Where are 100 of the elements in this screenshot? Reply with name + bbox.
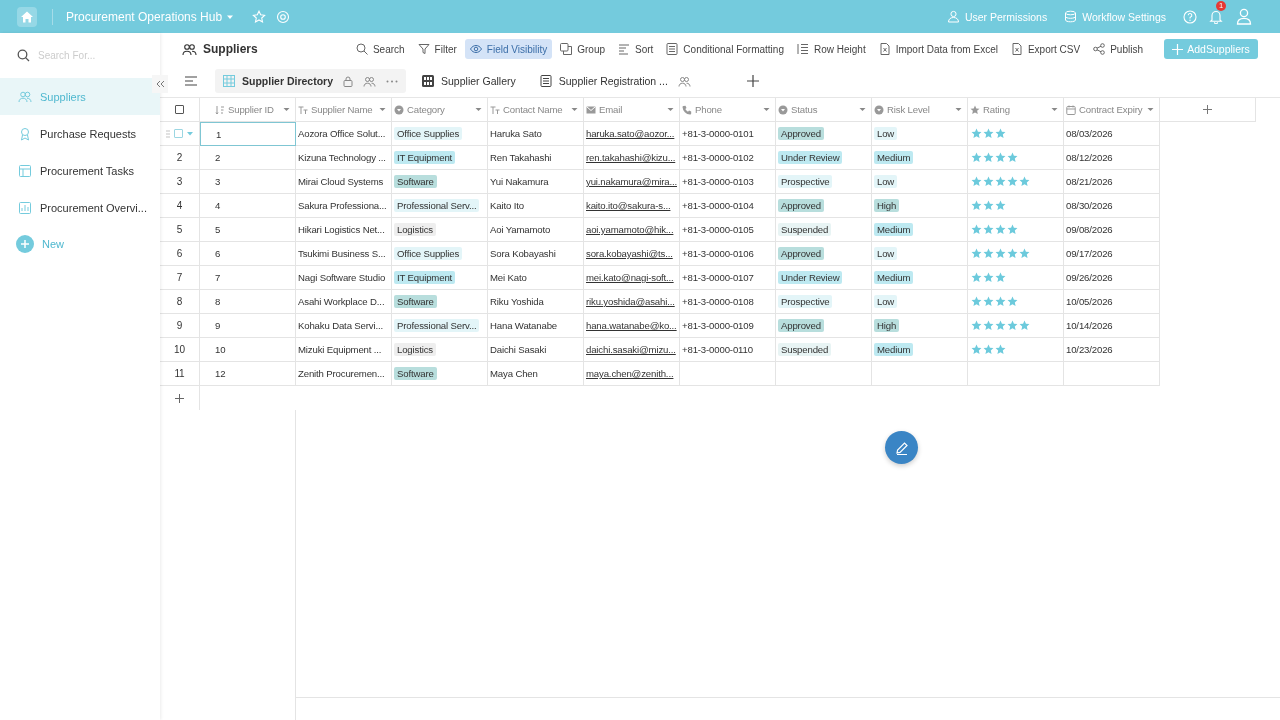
star-icon [1007, 248, 1018, 259]
row-number: 8 [176, 296, 183, 307]
more-icon[interactable] [386, 79, 399, 83]
email-link[interactable]: kaito.ito@sakura-s... [586, 200, 671, 211]
toolbar-button[interactable]: Publish [1088, 39, 1148, 59]
row-number: 4 [176, 200, 183, 211]
table-cell: Haruka Sato [490, 128, 542, 139]
column-header[interactable]: Risk Level [872, 98, 968, 122]
caret-icon[interactable] [955, 107, 962, 112]
caret-icon[interactable] [187, 131, 193, 136]
view-tab[interactable]: Supplier Gallery [414, 69, 524, 93]
email-link[interactable]: maya.chen@zenith... [586, 368, 674, 379]
row-number: 10 [174, 344, 185, 355]
people-icon[interactable] [677, 75, 691, 87]
email-link[interactable]: riku.yoshida@asahi... [586, 296, 675, 307]
caret-icon[interactable] [475, 107, 482, 112]
column-header[interactable]: Phone [680, 98, 776, 122]
risk-tag: Medium [874, 271, 914, 284]
table-cell: Yui Nakamura [490, 176, 549, 187]
column-header[interactable]: Supplier Name [296, 98, 392, 122]
add-row-icon[interactable] [175, 393, 184, 403]
toolbar-button[interactable]: Field Visibility [464, 39, 553, 59]
risk-tag: Low [874, 175, 898, 188]
sidebar-item[interactable]: Procurement Overvi... [0, 189, 160, 226]
people-icon [18, 89, 32, 104]
column-header[interactable]: Category [392, 98, 488, 122]
status-tag: Suspended [778, 343, 832, 356]
select-all-checkbox[interactable] [175, 105, 184, 114]
table-cell: 3 [215, 176, 221, 187]
view-tab[interactable]: Supplier Registration ... [531, 69, 699, 93]
user-icon[interactable] [1236, 8, 1252, 25]
column-header[interactable]: Email [584, 98, 680, 122]
table-cell: Kohaku Data Servi... [298, 320, 383, 331]
home-button[interactable] [17, 6, 37, 27]
risk-tag: Low [874, 247, 898, 260]
email-link[interactable]: hana.watanabe@ko... [586, 320, 677, 331]
toolbar-button[interactable]: Row Height [791, 39, 871, 59]
column-header[interactable]: Status [776, 98, 872, 122]
caret-icon[interactable] [283, 107, 290, 112]
email-link[interactable]: aoi.yamamoto@hik... [586, 224, 674, 235]
table-cell: 10/05/2026 [1066, 296, 1113, 307]
column-header[interactable]: Supplier ID [200, 98, 296, 122]
star-icon [1007, 320, 1018, 331]
sidebar-item[interactable]: Purchase Requests [0, 115, 160, 152]
table-cell: 10/23/2026 [1066, 344, 1113, 355]
row-number: 2 [176, 152, 183, 163]
table-cell: Hikari Logistics Net... [298, 224, 385, 235]
toolbar-button[interactable]: Conditional Formatting [661, 39, 789, 59]
help-icon[interactable] [1183, 9, 1197, 24]
toolbar-button[interactable]: Search [350, 39, 410, 59]
star-icon [1019, 176, 1030, 187]
column-header[interactable]: Contract Expiry [1064, 98, 1160, 122]
caret-icon[interactable] [763, 107, 770, 112]
toolbar-button[interactable]: Filter [412, 39, 462, 59]
caret-icon[interactable] [379, 107, 386, 112]
table-cell: 8 [215, 296, 221, 307]
star-icon [971, 128, 982, 139]
view-tab[interactable]: Supplier Directory [215, 69, 407, 93]
table-cell: 2 [215, 152, 221, 163]
toolbar-button[interactable]: Group [555, 39, 610, 59]
caret-icon[interactable] [859, 107, 866, 112]
table-cell: Hana Watanabe [490, 320, 558, 331]
email-link[interactable]: haruka.sato@aozor... [586, 128, 675, 139]
toolbar-button[interactable]: Export CSV [1005, 39, 1086, 59]
category-tag: Office Supplies [394, 247, 463, 260]
email-link[interactable]: yui.nakamura@mira... [586, 176, 677, 187]
toolbar-button[interactable]: Import Data from Excel [873, 39, 1003, 59]
caret-icon[interactable] [667, 107, 674, 112]
add-column-icon[interactable] [1203, 105, 1212, 114]
caret-icon[interactable] [1051, 107, 1058, 112]
email-link[interactable]: sora.kobayashi@ts... [586, 248, 673, 259]
people-icon[interactable] [363, 75, 377, 87]
risk-tag: High [874, 199, 900, 212]
star-icon [995, 176, 1006, 187]
star-icon [1007, 152, 1018, 163]
add-view-icon[interactable] [746, 75, 759, 87]
email-link[interactable]: ren.takahashi@kizu... [586, 152, 676, 163]
column-header[interactable]: Rating [968, 98, 1064, 122]
collapse-button[interactable] [152, 75, 168, 93]
bell-icon[interactable] [1209, 9, 1223, 24]
sidebar-item[interactable]: Procurement Tasks [0, 152, 160, 189]
caret-icon[interactable] [1147, 107, 1154, 112]
star-icon [983, 224, 994, 235]
table-cell: 6 [215, 248, 221, 259]
table-cell: 7 [215, 272, 221, 283]
caret-icon[interactable] [571, 107, 578, 112]
column-header[interactable]: Contact Name [488, 98, 584, 122]
sort-icon [618, 43, 630, 55]
edit-button[interactable] [885, 431, 918, 464]
toolbar-button[interactable]: Sort [613, 39, 659, 59]
table-cell: 1 [216, 128, 222, 140]
row-number: 5 [176, 224, 183, 235]
email-link[interactable]: mei.kato@nagi-soft... [586, 272, 674, 283]
row-checkbox[interactable] [174, 129, 183, 138]
email-link[interactable]: daichi.sasaki@mizu... [586, 344, 676, 355]
menu-icon[interactable] [185, 76, 197, 86]
star-icon[interactable] [252, 9, 267, 24]
task-icon [18, 163, 32, 178]
table-cell: 09/17/2026 [1066, 248, 1113, 259]
text-icon [298, 104, 308, 115]
